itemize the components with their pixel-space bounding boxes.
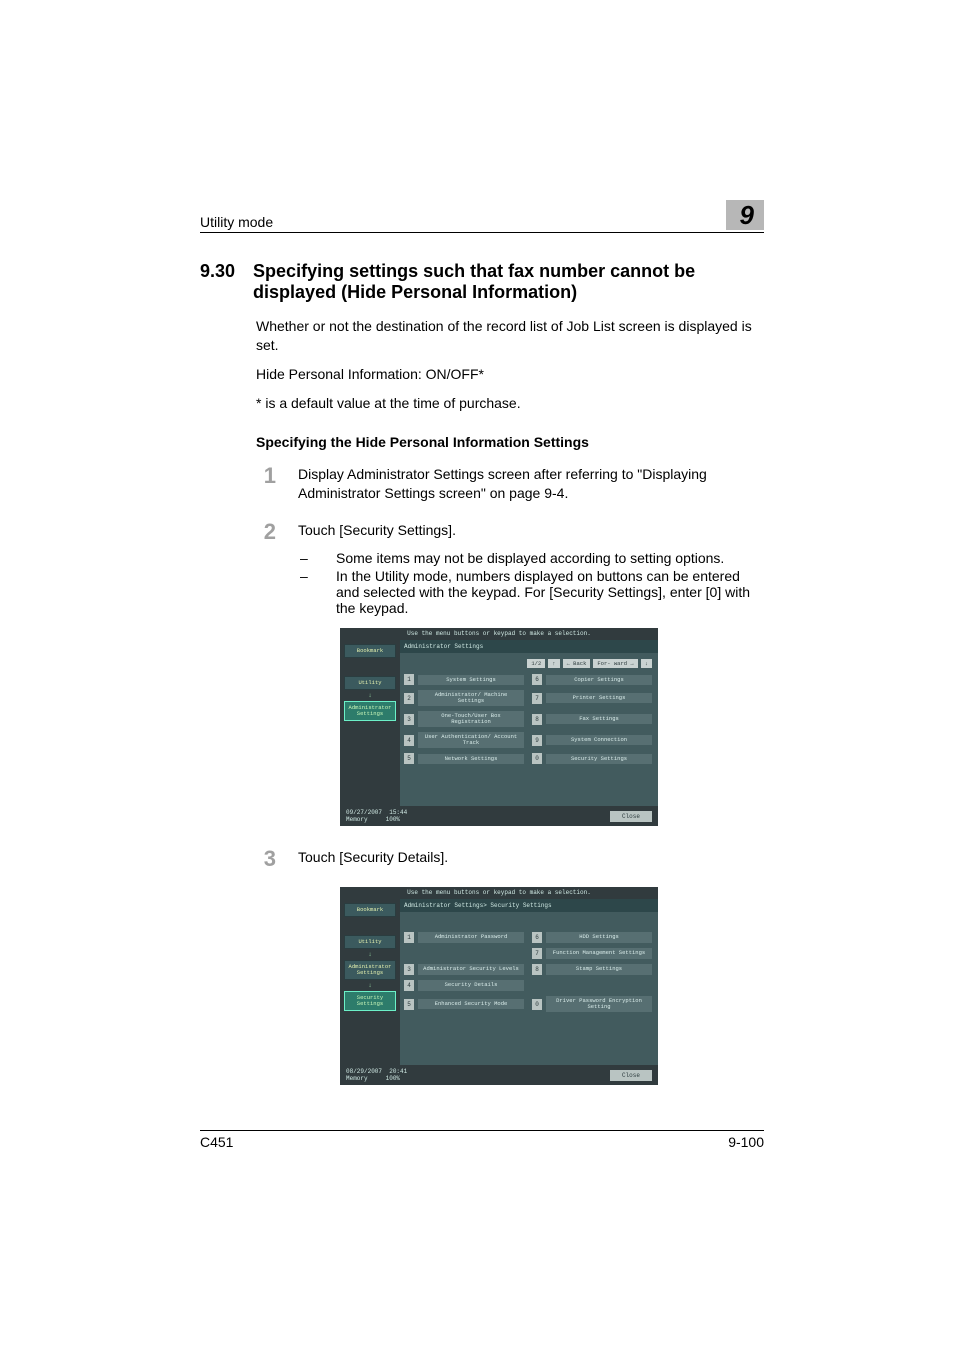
opt-admin-machine[interactable]: 2Administrator/ Machine Settings [404, 690, 524, 706]
opt-function-mgmt[interactable]: 7Function Management Settings [532, 948, 652, 959]
opt-copier-settings[interactable]: 6Copier Settings [532, 674, 652, 685]
opt-security-details[interactable]: 4Security Details [404, 980, 524, 991]
screen-instruction: Use the menu buttons or keypad to make a… [340, 628, 658, 640]
section-number: 9.30 [200, 261, 235, 303]
sidebar-utility[interactable]: Utility [344, 935, 396, 949]
footer-model: C451 [200, 1134, 233, 1150]
arrow-down-icon: ↓ [344, 692, 396, 699]
sidebar-admin-settings[interactable]: Administrator Settings [344, 960, 396, 980]
opt-driver-password[interactable]: 0Driver Password Encryption Setting [532, 996, 652, 1012]
opt-security-settings[interactable]: 0Security Settings [532, 753, 652, 764]
opt-network-settings[interactable]: 5Network Settings [404, 753, 524, 764]
sidebar-bookmark[interactable]: Bookmark [344, 644, 396, 658]
step-text: Touch [Security Settings]. [298, 521, 764, 540]
opt-enhanced-security[interactable]: 5Enhanced Security Mode [404, 996, 524, 1012]
screen-breadcrumb: Administrator Settings [400, 640, 658, 653]
page-footer: C451 9-100 [200, 1130, 764, 1150]
intro-p2: Hide Personal Information: ON/OFF* [256, 365, 764, 384]
page-indicator: 1/2 [527, 659, 545, 668]
opt-user-auth[interactable]: 4User Authentication/ Account Track [404, 732, 524, 748]
step-text: Touch [Security Details]. [298, 848, 764, 867]
forward-button[interactable]: For- ward → [593, 659, 637, 668]
close-button[interactable]: Close [610, 811, 652, 822]
step-number: 2 [256, 521, 276, 618]
sidebar-utility[interactable]: Utility [344, 676, 396, 690]
arrow-down-icon: ↓ [344, 982, 396, 989]
intro-p1: Whether or not the destination of the re… [256, 317, 764, 355]
header-left: Utility mode [200, 214, 273, 230]
intro-p3: * is a default value at the time of purc… [256, 394, 764, 413]
opt-one-touch[interactable]: 3One-Touch/User Box Registration [404, 711, 524, 727]
screenshot-security-settings: Use the menu buttons or keypad to make a… [340, 887, 658, 1085]
opt-printer-settings[interactable]: 7Printer Settings [532, 690, 652, 706]
close-button[interactable]: Close [610, 1070, 652, 1081]
opt-admin-password[interactable]: 1Administrator Password [404, 932, 524, 943]
page-header: Utility mode 9 [200, 200, 764, 233]
opt-stamp-settings[interactable]: 8Stamp Settings [532, 964, 652, 975]
step-2: 2 Touch [Security Settings]. Some items … [200, 521, 764, 618]
back-button[interactable]: ← Back [563, 659, 591, 668]
opt-hdd-settings[interactable]: 6HDD Settings [532, 932, 652, 943]
footer-datetime: 08/29/2007 20:41Memory 100% [346, 1068, 407, 1082]
section-heading: 9.30 Specifying settings such that fax n… [200, 261, 764, 303]
opt-admin-security-levels[interactable]: 3Administrator Security Levels [404, 964, 524, 975]
step-number: 1 [256, 465, 276, 513]
opt-system-connection[interactable]: 9System Connection [532, 732, 652, 748]
section-title: Specifying settings such that fax number… [253, 261, 764, 303]
opt-system-settings[interactable]: 1System Settings [404, 674, 524, 685]
sidebar-security-settings[interactable]: Security Settings [344, 991, 396, 1011]
step-3: 3 Touch [Security Details]. [200, 848, 764, 877]
step-1: 1 Display Administrator Settings screen … [200, 465, 764, 513]
subheading: Specifying the Hide Personal Information… [256, 433, 764, 452]
arrow-up-icon[interactable]: ↑ [548, 659, 559, 668]
step-bullet: Some items may not be displayed accordin… [318, 550, 764, 566]
step-bullet: In the Utility mode, numbers displayed o… [318, 568, 764, 616]
screen-instruction: Use the menu buttons or keypad to make a… [340, 887, 658, 899]
opt-fax-settings[interactable]: 8Fax Settings [532, 711, 652, 727]
arrow-down-icon: ↓ [344, 951, 396, 958]
step-text: Display Administrator Settings screen af… [298, 465, 764, 503]
footer-datetime: 09/27/2007 15:44Memory 100% [346, 809, 407, 823]
arrow-down-icon[interactable]: ↓ [641, 659, 652, 668]
chapter-number: 9 [726, 200, 764, 230]
footer-page: 9-100 [728, 1134, 764, 1150]
sidebar-admin-settings[interactable]: Administrator Settings [344, 701, 396, 721]
step-number: 3 [256, 848, 276, 877]
screenshot-admin-settings: Use the menu buttons or keypad to make a… [340, 628, 658, 826]
sidebar-bookmark[interactable]: Bookmark [344, 903, 396, 917]
screen-breadcrumb: Administrator Settings> Security Setting… [400, 899, 658, 912]
